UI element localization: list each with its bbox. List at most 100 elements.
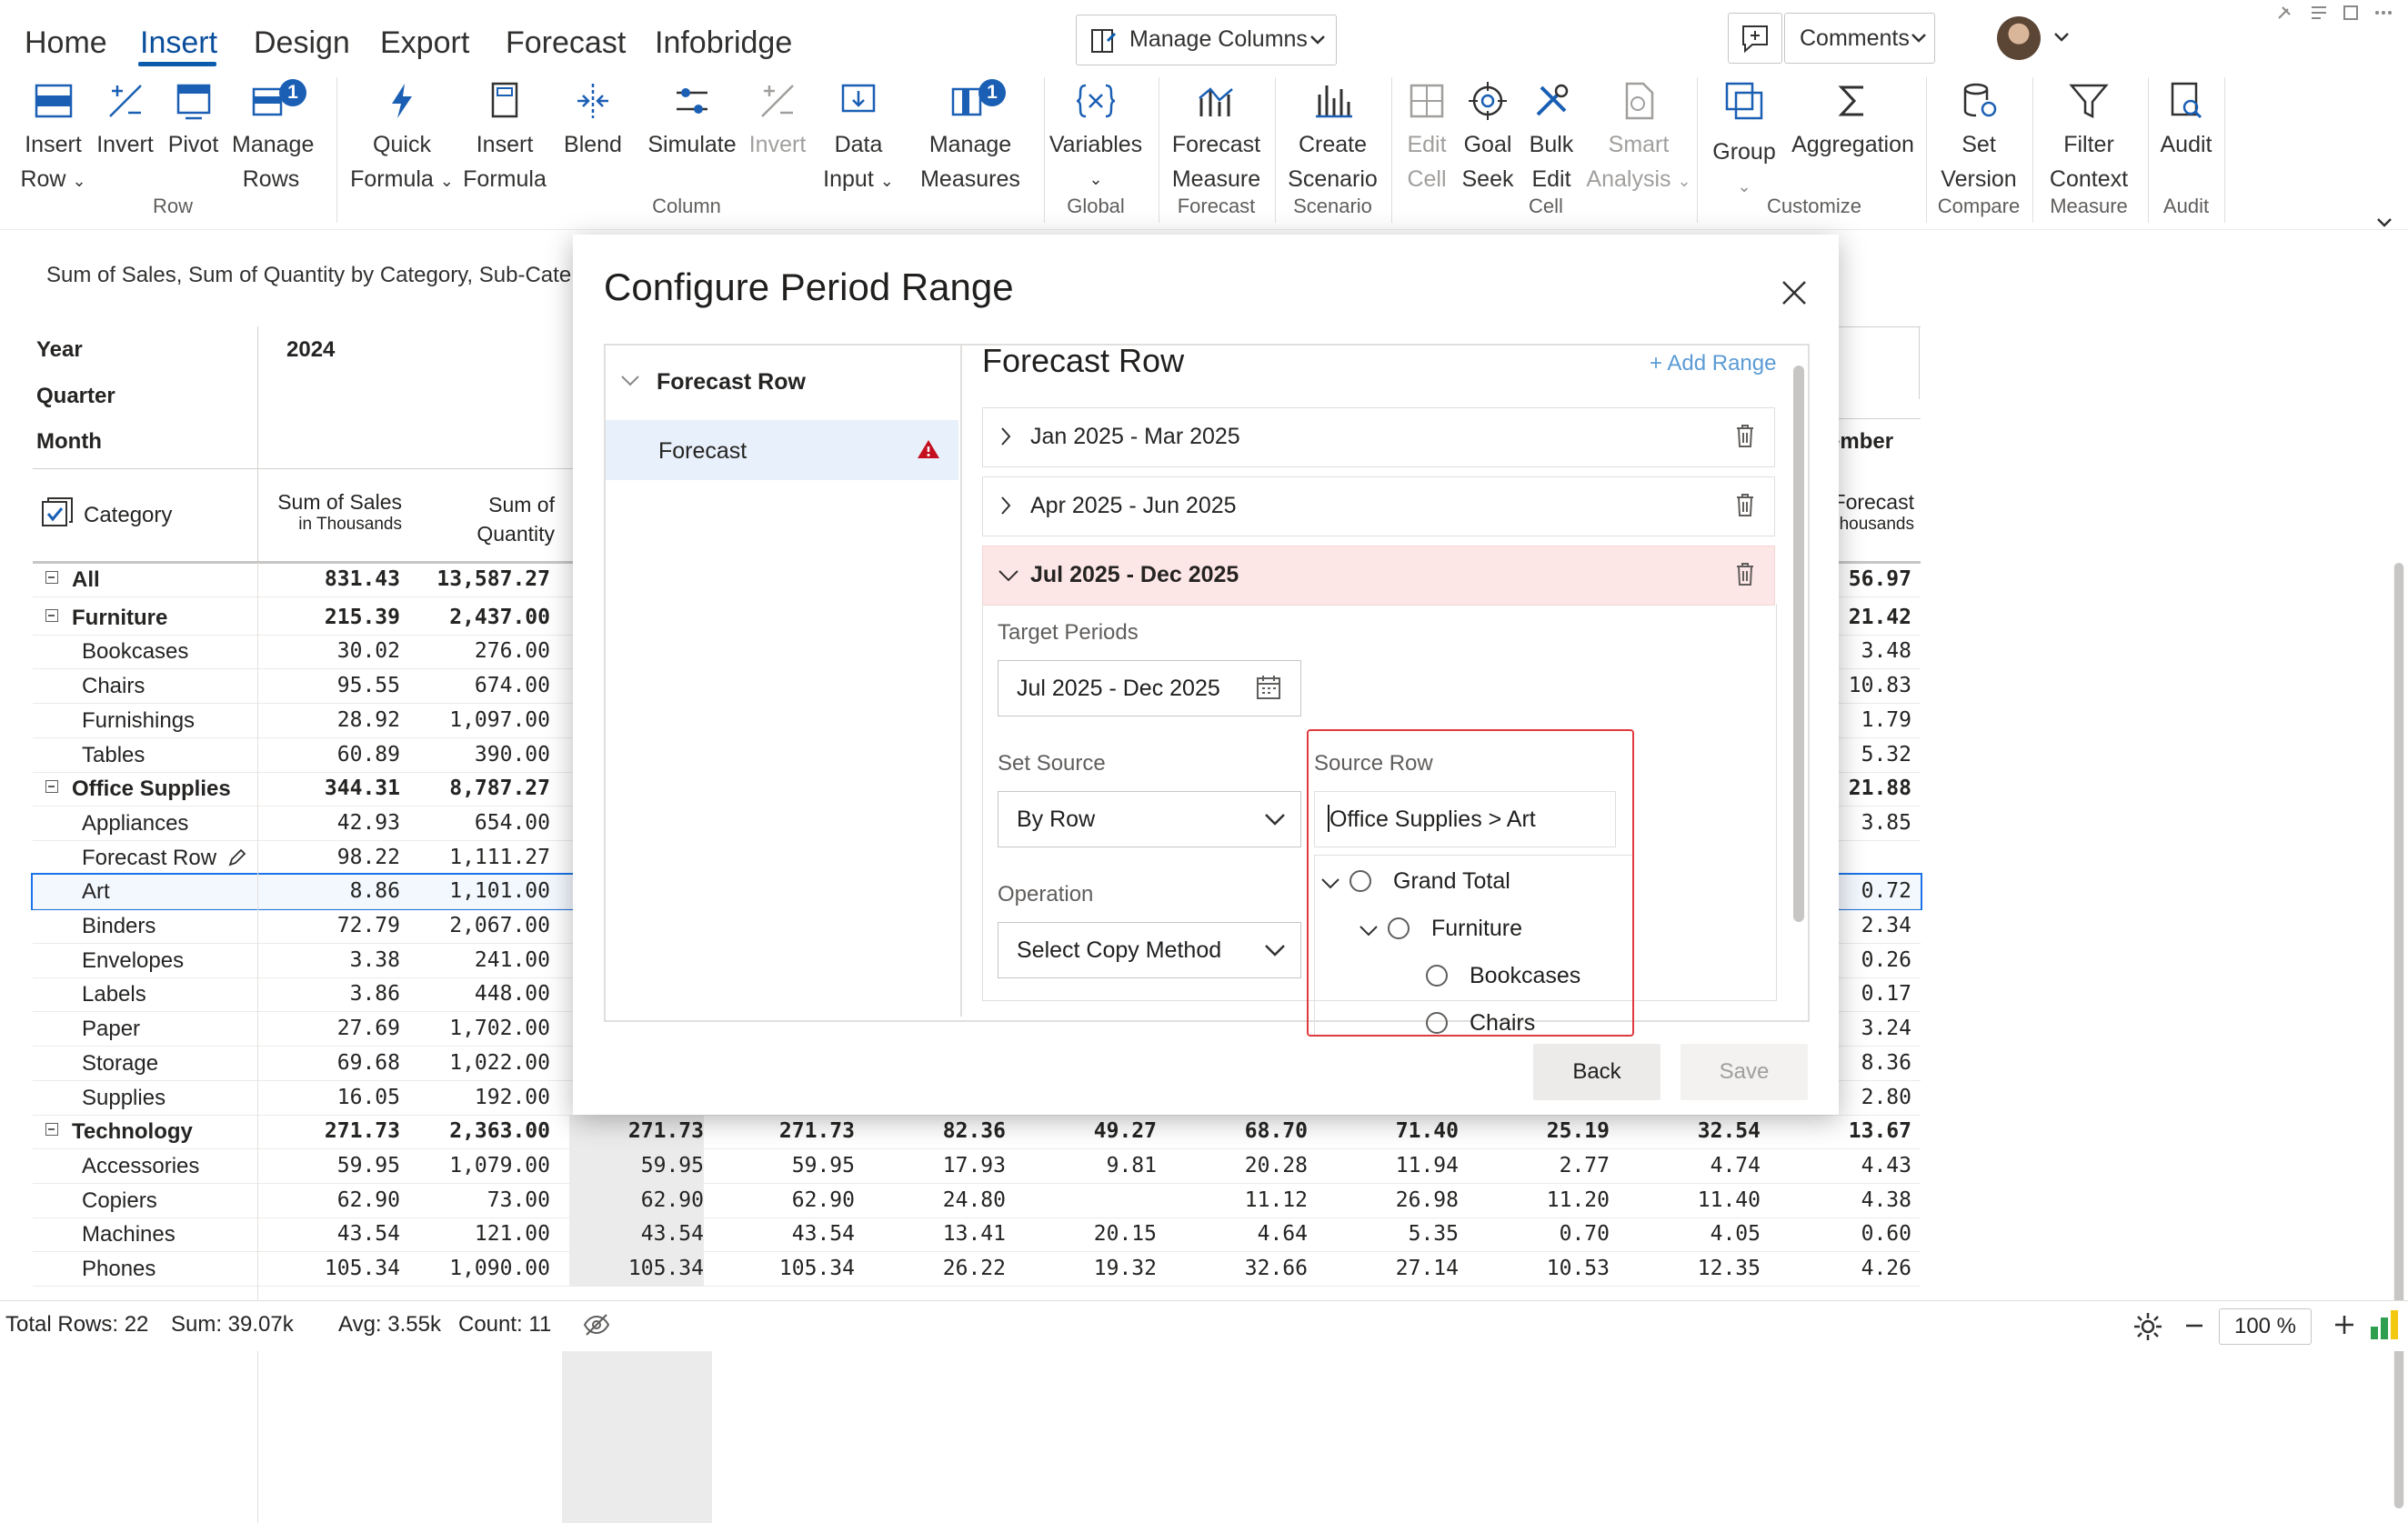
period-cell[interactable]: 4.64 (1173, 1217, 1308, 1251)
forecast-cell[interactable]: 4.43 (1810, 1149, 1911, 1183)
delete-icon[interactable] (1734, 492, 1756, 517)
pivot-button[interactable]: Pivot (159, 80, 227, 162)
manage-measures-button[interactable]: Manage Measures (917, 80, 1024, 196)
row-label[interactable]: All (72, 563, 100, 596)
period-cell[interactable]: 32.66 (1173, 1252, 1308, 1286)
tree-item-grand-total[interactable]: Grand Total (1393, 868, 1510, 895)
eye-off-icon[interactable] (582, 1312, 611, 1338)
period-cell[interactable]: 105.34 (569, 1252, 704, 1286)
sales-cell[interactable]: 344.31 (264, 772, 400, 806)
period-cell[interactable]: 4.74 (1626, 1149, 1761, 1183)
row-label[interactable]: Furniture (72, 601, 167, 635)
collapse-toggle-icon[interactable] (45, 780, 58, 793)
row-label[interactable]: Art (82, 875, 110, 908)
sales-header[interactable]: Sum of Sales in Thousands (264, 490, 402, 535)
tab-insert[interactable]: Insert (140, 25, 217, 61)
quantity-cell[interactable]: 1,079.00 (414, 1149, 550, 1183)
delete-icon[interactable] (1734, 561, 1756, 586)
grid-scrollbar-thumb[interactable] (2394, 563, 2403, 1508)
quantity-cell[interactable]: 2,437.00 (414, 601, 550, 635)
row-label[interactable]: Chairs (82, 669, 145, 703)
save-button[interactable]: Save (1681, 1044, 1808, 1100)
period-cell[interactable]: 43.54 (720, 1217, 855, 1251)
collapse-ribbon-icon[interactable] (2375, 216, 2393, 229)
sales-cell[interactable]: 30.02 (264, 635, 400, 668)
tab-home[interactable]: Home (25, 25, 107, 61)
period-cell[interactable]: 27.14 (1324, 1252, 1459, 1286)
forecast-measure-button[interactable]: Forecast Measure (1164, 80, 1269, 196)
zoom-level-input[interactable]: 100 % (2219, 1308, 2312, 1345)
tree-item-chairs[interactable]: Chairs (1470, 1010, 1535, 1035)
period-cell[interactable]: 26.22 (871, 1252, 1006, 1286)
row-label[interactable]: Envelopes (82, 944, 184, 977)
period-cell[interactable]: 105.34 (720, 1252, 855, 1286)
zoom-in-icon[interactable] (2332, 1312, 2357, 1338)
quantity-cell[interactable]: 121.00 (414, 1217, 550, 1251)
row-label[interactable]: Accessories (82, 1149, 199, 1183)
panel-scrollbar-thumb[interactable] (1793, 366, 1804, 922)
period-cell[interactable]: 32.54 (1626, 1115, 1761, 1148)
forecast-cell[interactable]: 4.38 (1810, 1184, 1911, 1217)
row-label[interactable]: Tables (82, 738, 145, 772)
quantity-cell[interactable]: 1,090.00 (414, 1252, 550, 1286)
quantity-cell[interactable]: 674.00 (414, 669, 550, 703)
bulk-edit-button[interactable]: Bulk Edit (1521, 80, 1581, 196)
period-cell[interactable]: 82.36 (871, 1115, 1006, 1148)
period-cell[interactable]: 71.40 (1324, 1115, 1459, 1148)
tree-item-bookcases[interactable]: Bookcases (1470, 963, 1580, 989)
row-label[interactable]: Storage (82, 1047, 158, 1080)
sales-cell[interactable]: 831.43 (264, 563, 400, 596)
quantity-cell[interactable]: 654.00 (414, 807, 550, 840)
forecast-list-item[interactable]: Forecast (606, 420, 958, 480)
period-cell[interactable]: 12.35 (1626, 1252, 1761, 1286)
sales-cell[interactable]: 215.39 (264, 601, 400, 635)
quantity-cell[interactable]: 1,097.00 (414, 704, 550, 737)
category-header[interactable]: Category (84, 503, 172, 528)
delete-icon[interactable] (1734, 423, 1756, 448)
target-periods-picker[interactable]: Jul 2025 - Dec 2025 (998, 660, 1301, 716)
quantity-cell[interactable]: 276.00 (414, 635, 550, 668)
quantity-cell[interactable]: 13,587.27 (414, 563, 550, 596)
sales-cell[interactable]: 98.22 (264, 841, 400, 875)
quantity-cell[interactable]: 1,111.27 (414, 841, 550, 875)
row-label[interactable]: Machines (82, 1217, 176, 1251)
tab-forecast[interactable]: Forecast (506, 25, 626, 61)
operation-dropdown[interactable]: Select Copy Method (998, 922, 1301, 978)
sales-cell[interactable]: 8.86 (264, 875, 400, 908)
row-label[interactable]: Supplies (82, 1081, 166, 1115)
range-accordion-3[interactable]: Jul 2025 - Dec 2025 (982, 546, 1775, 606)
quantity-cell[interactable]: 448.00 (414, 977, 550, 1011)
quantity-cell[interactable]: 2,363.00 (414, 1115, 550, 1148)
sales-cell[interactable]: 59.95 (264, 1149, 400, 1183)
chevron-down-icon[interactable] (620, 375, 640, 387)
audit-button[interactable]: Audit (2153, 80, 2219, 162)
quantity-cell[interactable]: 390.00 (414, 738, 550, 772)
sales-cell[interactable]: 27.69 (264, 1012, 400, 1046)
period-cell[interactable]: 49.27 (1022, 1115, 1157, 1148)
period-cell[interactable]: 4.05 (1626, 1217, 1761, 1251)
row-label[interactable]: Technology (72, 1115, 193, 1148)
chevron-down-icon[interactable] (1359, 925, 1379, 937)
row-label[interactable]: Labels (82, 977, 146, 1011)
chevron-down-icon[interactable] (1320, 877, 1340, 890)
sales-cell[interactable]: 3.38 (264, 944, 400, 977)
row-label[interactable]: Copiers (82, 1184, 157, 1217)
grid-scrollbar[interactable] (2393, 563, 2404, 1508)
invert-column-button[interactable]: Invert (741, 80, 814, 162)
radio-grand-total[interactable] (1349, 870, 1371, 892)
quantity-cell[interactable]: 1,101.00 (414, 875, 550, 908)
row-label[interactable]: Forecast Row (82, 841, 216, 875)
period-cell[interactable] (1022, 1184, 1157, 1217)
chart-bars-icon[interactable] (2368, 1308, 2401, 1341)
period-cell[interactable]: 271.73 (569, 1115, 704, 1148)
sales-cell[interactable]: 28.92 (264, 704, 400, 737)
quantity-cell[interactable]: 241.00 (414, 944, 550, 977)
period-cell[interactable]: 17.93 (871, 1149, 1006, 1183)
range-accordion-1[interactable]: Jan 2025 - Mar 2025 (982, 407, 1775, 467)
period-cell[interactable]: 20.28 (1173, 1149, 1308, 1183)
quantity-cell[interactable]: 1,702.00 (414, 1012, 550, 1046)
smart-analysis-button[interactable]: Smart Analysis ⌄ (1584, 80, 1693, 198)
period-cell[interactable]: 11.40 (1626, 1184, 1761, 1217)
quantity-header[interactable]: Sum of Quantity (414, 490, 555, 548)
group-button[interactable]: Group ⌄ (1702, 80, 1786, 204)
